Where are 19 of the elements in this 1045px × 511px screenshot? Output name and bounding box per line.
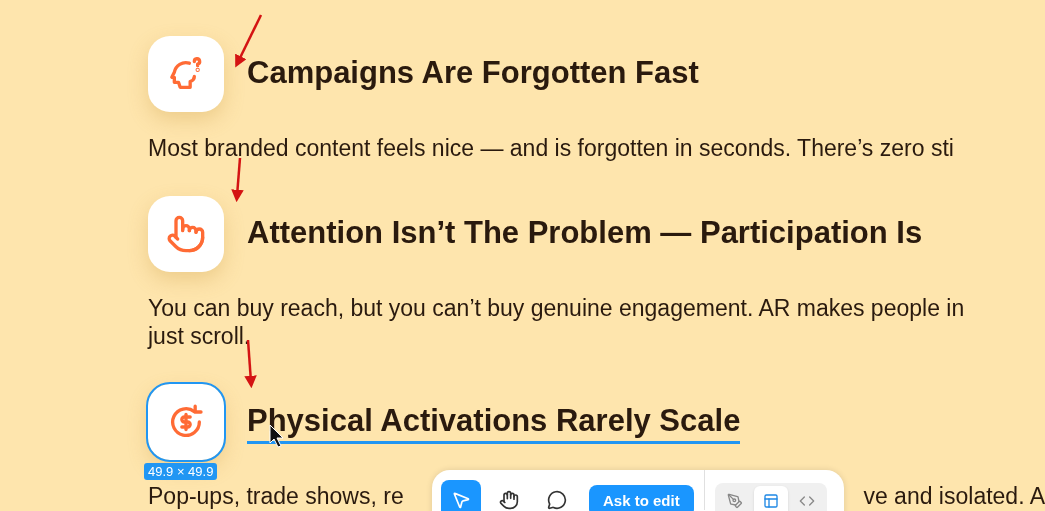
body-text: Pop-ups, trade shows, re — [148, 482, 404, 510]
ask-to-edit-button[interactable]: Ask to edit — [589, 485, 694, 511]
section-heading: Physical Activations Rarely Scale — [247, 400, 741, 444]
body-text: just scroll. — [148, 322, 251, 350]
section-heading: Attention Isn’t The Problem — Participation Is — [247, 213, 923, 252]
size-label: 49.9 × 49.9 — [144, 463, 218, 480]
body-text: You can buy reach, but you can’t buy genuine engagement. AR makes people in — [148, 294, 965, 322]
code-icon — [798, 493, 815, 509]
comment-icon — [547, 490, 567, 510]
pen-icon — [726, 493, 743, 509]
pointing-hand-icon — [166, 214, 206, 254]
body-text: Most branded content feels nice — and is forgotten in seconds. There’s zero sti — [148, 134, 954, 162]
hand-icon — [499, 490, 519, 510]
cursor-icon — [451, 490, 471, 510]
layout-icon — [762, 493, 779, 509]
section-heading: Campaigns Are Forgotten Fast — [247, 53, 699, 92]
annotation-arrow — [231, 157, 244, 203]
body-text: ve and isolated. A — [863, 482, 1045, 510]
view-tab[interactable] — [753, 486, 788, 511]
